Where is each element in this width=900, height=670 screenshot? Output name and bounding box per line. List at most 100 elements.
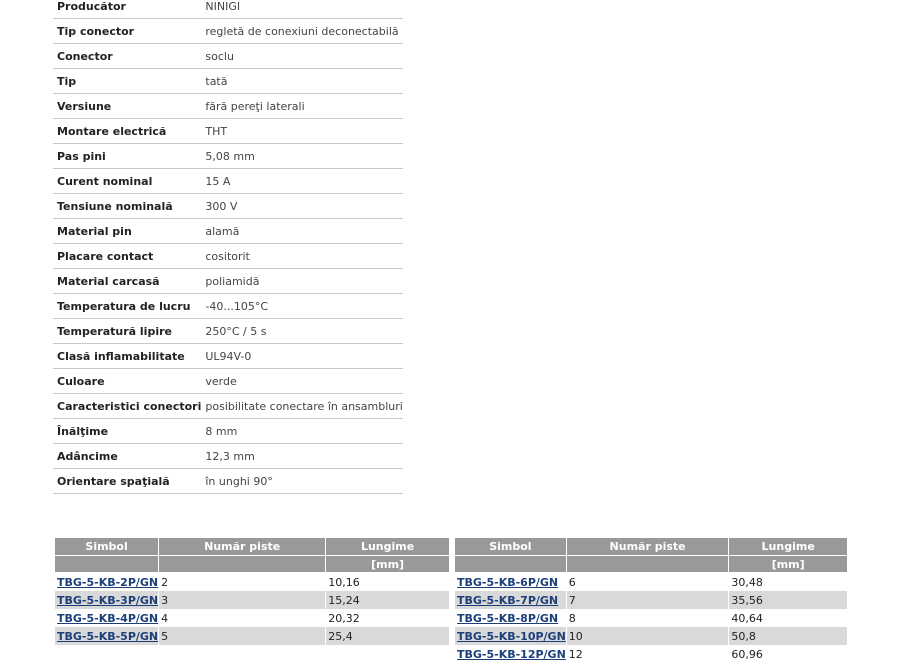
spec-row: Tip tată	[53, 68, 403, 94]
spec-row: Montare electrică THT	[53, 118, 403, 144]
spec-label: Material carcasă	[53, 268, 202, 294]
header-empty	[55, 555, 160, 573]
spec-row: Producător NINIGI	[53, 0, 403, 19]
product-link[interactable]: TBG-5-KB-12P/GN	[457, 648, 566, 661]
length-cell: 35,56	[728, 591, 848, 609]
spec-label: Material pin	[53, 218, 202, 244]
spec-label: Placare contact	[53, 243, 202, 269]
spec-table: Producător NINIGI Tip conector regletă de c…	[53, 0, 403, 494]
tracks-cell: 6	[566, 572, 730, 591]
spec-label: Temperatură lipire	[53, 318, 202, 344]
spec-value: 12,3 mm	[201, 443, 403, 469]
spec-label: Tip	[53, 68, 202, 94]
header-symbol: Simbol	[55, 538, 160, 556]
spec-value: regletă de conexiuni deconectabilă	[201, 18, 403, 44]
spec-value: tată	[201, 68, 403, 94]
length-cell: 25,4	[325, 627, 450, 645]
header-empty	[566, 555, 730, 573]
spec-row: Tip conector regletă de conexiuni deconec…	[53, 18, 403, 44]
product-link[interactable]: TBG-5-KB-7P/GN	[457, 594, 558, 607]
header-length: Lungime	[728, 538, 848, 556]
spec-label: Versiune	[53, 93, 202, 119]
length-cell: 10,16	[325, 572, 450, 591]
symbol-cell: TBG-5-KB-12P/GN	[455, 645, 567, 663]
spec-row: Adâncime 12,3 mm	[53, 443, 403, 469]
tracks-cell: 5	[158, 627, 327, 645]
spec-row: Înălţime 8 mm	[53, 418, 403, 444]
spec-value: 300 V	[201, 193, 403, 219]
spec-label: Producător	[53, 0, 202, 19]
spec-label: Temperatura de lucru	[53, 293, 202, 319]
spec-label: Montare electrică	[53, 118, 202, 144]
tracks-cell: 10	[566, 627, 730, 645]
header-symbol: Simbol	[455, 538, 567, 556]
product-link[interactable]: TBG-5-KB-8P/GN	[457, 612, 558, 625]
table-row: TBG-5-KB-7P/GN 7 35,56	[455, 591, 848, 609]
header-empty	[455, 555, 567, 573]
product-link[interactable]: TBG-5-KB-6P/GN	[457, 576, 558, 589]
header-length-unit: [mm]	[728, 555, 848, 573]
length-cell: 15,24	[325, 591, 450, 609]
spec-row: Orientare spaţială în unghi 90°	[53, 468, 403, 494]
spec-value: 250°C / 5 s	[201, 318, 403, 344]
spec-label: Adâncime	[53, 443, 202, 469]
spec-value: poliamidă	[201, 268, 403, 294]
spec-row: Culoare verde	[53, 368, 403, 394]
tracks-cell: 2	[158, 572, 327, 591]
spec-label: Orientare spaţială	[53, 468, 202, 494]
spec-label: Înălţime	[53, 418, 202, 444]
product-link[interactable]: TBG-5-KB-10P/GN	[457, 630, 566, 643]
product-link[interactable]: TBG-5-KB-3P/GN	[57, 594, 158, 607]
product-table-left: Simbol Număr piste Lungime [mm] TBG-5-KB…	[55, 538, 450, 645]
spec-label: Conector	[53, 43, 202, 69]
spec-row: Versiune fără pereţi laterali	[53, 93, 403, 119]
tracks-cell: 8	[566, 609, 730, 627]
product-link[interactable]: TBG-5-KB-2P/GN	[57, 576, 158, 589]
length-cell: 60,96	[728, 645, 848, 663]
spec-value: în unghi 90°	[201, 468, 403, 494]
tracks-cell: 4	[158, 609, 327, 627]
table-row: TBG-5-KB-4P/GN 4 20,32	[55, 609, 450, 627]
spec-value: fără pereţi laterali	[201, 93, 403, 119]
spec-row: Temperatura de lucru -40...105°C	[53, 293, 403, 319]
product-table-right: Simbol Număr piste Lungime [mm] TBG-5-KB…	[455, 538, 848, 663]
table-row: TBG-5-KB-10P/GN 10 50,8	[455, 627, 848, 645]
spec-value: alamă	[201, 218, 403, 244]
length-cell: 30,48	[728, 572, 848, 591]
header-tracks: Număr piste	[566, 538, 730, 556]
table-row: TBG-5-KB-12P/GN 12 60,96	[455, 645, 848, 663]
symbol-cell: TBG-5-KB-10P/GN	[455, 627, 567, 645]
spec-value: NINIGI	[201, 0, 403, 19]
spec-label: Caracteristici conectori	[53, 393, 202, 419]
spec-label: Culoare	[53, 368, 202, 394]
tracks-cell: 12	[566, 645, 730, 663]
symbol-cell: TBG-5-KB-6P/GN	[455, 572, 567, 591]
symbol-cell: TBG-5-KB-5P/GN	[55, 627, 160, 645]
spec-row: Pas pini 5,08 mm	[53, 143, 403, 169]
product-link[interactable]: TBG-5-KB-5P/GN	[57, 630, 158, 643]
spec-value: 8 mm	[201, 418, 403, 444]
spec-value: 15 A	[201, 168, 403, 194]
length-cell: 50,8	[728, 627, 848, 645]
table-row: TBG-5-KB-5P/GN 5 25,4	[55, 627, 450, 645]
header-empty	[158, 555, 327, 573]
symbol-cell: TBG-5-KB-3P/GN	[55, 591, 160, 609]
spec-value: -40...105°C	[201, 293, 403, 319]
spec-row: Placare contact cositorit	[53, 243, 403, 269]
symbol-cell: TBG-5-KB-2P/GN	[55, 572, 160, 591]
spec-row: Clasă inflamabilitate UL94V-0	[53, 343, 403, 369]
symbol-cell: TBG-5-KB-8P/GN	[455, 609, 567, 627]
table-row: TBG-5-KB-6P/GN 6 30,48	[455, 572, 848, 591]
product-link[interactable]: TBG-5-KB-4P/GN	[57, 612, 158, 625]
spec-row: Conector soclu	[53, 43, 403, 69]
spec-value: verde	[201, 368, 403, 394]
spec-row: Curent nominal 15 A	[53, 168, 403, 194]
spec-label: Pas pini	[53, 143, 202, 169]
spec-value: posibilitate conectare în ansambluri	[201, 393, 403, 419]
spec-value: 5,08 mm	[201, 143, 403, 169]
header-tracks: Număr piste	[158, 538, 327, 556]
spec-label: Tensiune nominală	[53, 193, 202, 219]
table-row: TBG-5-KB-2P/GN 2 10,16	[55, 572, 450, 591]
tracks-cell: 7	[566, 591, 730, 609]
header-length-unit: [mm]	[325, 555, 450, 573]
